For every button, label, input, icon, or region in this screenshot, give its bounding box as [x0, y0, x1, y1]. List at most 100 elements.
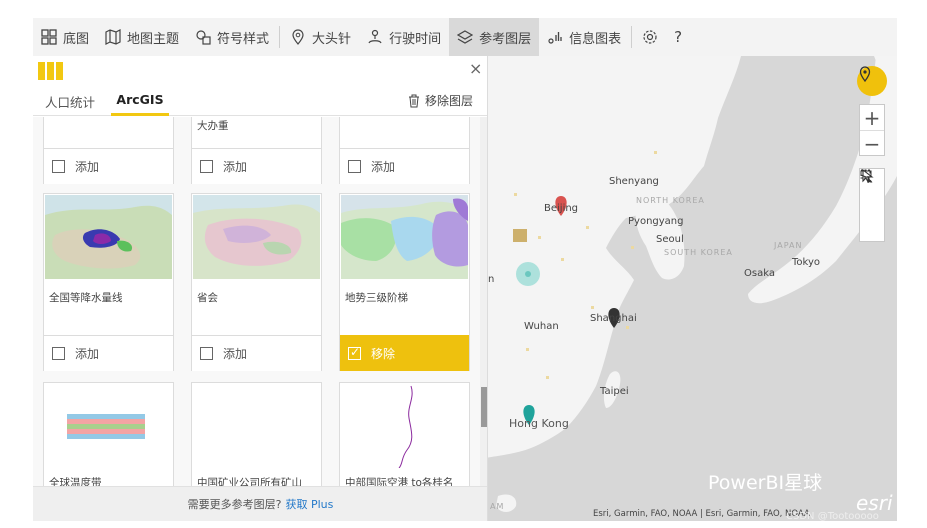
layer-title: 大办重 [197, 120, 229, 132]
checkbox[interactable] [200, 347, 213, 360]
layer-title: 中部国际空港 to各桂名 [345, 477, 454, 486]
drive-time-icon [368, 29, 382, 44]
label-beijing: Beijing [544, 203, 579, 214]
checkbox[interactable] [52, 160, 65, 173]
remove-label: 移除 [371, 347, 396, 361]
add-layer-button[interactable]: 添加 [192, 335, 321, 371]
layer-card: 地势三级阶梯 移除 [339, 193, 470, 371]
layer-title: 中国矿业公司所有矿山 [197, 477, 302, 486]
lasso-select-button[interactable] [860, 170, 884, 241]
tab-census[interactable]: 人口统计 [45, 92, 95, 111]
add-layer-button[interactable]: 添加 [340, 148, 469, 184]
map-view[interactable]: Shenyang Beijing NORTH KOREA Pyongyang S… [486, 56, 897, 521]
infographic-button[interactable]: 信息图表 [539, 18, 629, 56]
panel-tabs: 人口统计 ArcGIS 移除图层 [33, 86, 487, 116]
panel-footer: 需要更多参考图层? 获取 Plus [33, 486, 487, 521]
airport-route-thumbnail [341, 384, 468, 468]
help-button[interactable]: ? [666, 18, 690, 56]
data-point [513, 229, 527, 242]
layer-card: 大办重 添加 [191, 117, 322, 184]
add-layer-button[interactable]: 添加 [192, 148, 321, 184]
layer-card: 全国等降水量线 添加 [43, 193, 174, 371]
reference-layer-icon [457, 30, 474, 44]
label-japan: JAPAN [774, 241, 803, 250]
help-label: ? [674, 28, 683, 46]
layer-title: 全国等降水量线 [49, 292, 123, 304]
data-point [526, 348, 529, 351]
add-label: 添加 [371, 160, 396, 174]
label-edge-am: AM [490, 502, 505, 511]
data-point [514, 193, 517, 196]
scrollbar-thumb[interactable] [481, 387, 487, 427]
locate-button[interactable] [857, 66, 887, 96]
toolbar-divider [279, 26, 281, 48]
zoom-out-button[interactable]: − [860, 131, 884, 157]
trash-icon [409, 94, 419, 107]
rectangle-select-button[interactable] [860, 169, 884, 217]
label-south-korea: SOUTH KOREA [664, 248, 733, 257]
data-point [591, 306, 594, 309]
watermark-brand: PowerBI星球 [708, 472, 823, 494]
basemap-button[interactable]: 底图 [33, 18, 97, 56]
layer-title: 地势三级阶梯 [345, 292, 408, 304]
provincial-capital-thumbnail [193, 195, 320, 279]
zoom-in-button[interactable]: + [860, 105, 884, 131]
layer-card: 全球温度带 [43, 382, 174, 486]
label-seoul: Seoul [656, 234, 684, 245]
gallery-scrollbar[interactable] [480, 117, 487, 486]
drive-time-label: 行驶时间 [389, 31, 442, 47]
data-point [626, 326, 629, 329]
checkbox[interactable] [52, 347, 65, 360]
add-label: 添加 [223, 347, 248, 361]
checkbox[interactable] [200, 160, 213, 173]
zoom-controls: + − [859, 104, 885, 156]
drive-time-button[interactable]: 行驶时间 [359, 18, 449, 56]
map-attribution: Esri, Garmin, FAO, NOAA | Esri, Garmin, … [593, 509, 810, 519]
layer-gallery: 添加 大办重 添加 添加 全国等降水量线 添加 省会 添加 地势三级阶梯 ✓ 移… [33, 117, 487, 486]
add-layer-button[interactable]: 添加 [44, 335, 173, 371]
label-north-korea: NORTH KOREA [636, 196, 705, 205]
checkbox[interactable] [348, 160, 361, 173]
label-pyongyang: Pyongyang [628, 216, 684, 227]
close-button[interactable]: × [469, 59, 482, 78]
symbol-style-label: 符号样式 [217, 31, 270, 47]
checkbox-checked[interactable] [348, 345, 361, 360]
layer-card: 中国矿业公司所有矿山 [191, 382, 322, 486]
label-wuhan: Wuhan [524, 321, 559, 332]
tab-arcgis[interactable]: ArcGIS [111, 92, 169, 116]
reference-layer-button[interactable]: 参考图层 [449, 18, 540, 56]
data-point [546, 376, 549, 379]
add-label: 添加 [223, 160, 248, 174]
basemap-grid-icon [41, 29, 57, 45]
layer-title: 省会 [197, 292, 218, 304]
reference-layer-panel: × 人口统计 ArcGIS 移除图层 添加 大办重 添加 添加 全国等降水量线 … [33, 56, 488, 521]
label-hong-kong: Hong Kong [509, 417, 569, 430]
data-point [525, 271, 531, 277]
label-shenyang: Shenyang [609, 176, 659, 187]
infographic-label: 信息图表 [569, 31, 622, 47]
pin-label: 大头针 [312, 31, 352, 47]
data-point [654, 151, 657, 154]
data-point [538, 236, 541, 239]
label-edge-n: n [488, 274, 495, 285]
symbol-style-button[interactable]: 符号样式 [187, 18, 277, 56]
powerbi-logo-icon [38, 62, 63, 80]
label-shanghai: Shanghai [590, 313, 637, 324]
settings-button[interactable] [634, 18, 666, 56]
remove-card-layer-button[interactable]: 移除 [340, 335, 469, 371]
remove-layer-button[interactable]: 移除图层 [408, 92, 473, 109]
data-point [586, 226, 589, 229]
map-theme-button[interactable]: 地图主题 [97, 18, 187, 56]
label-taipei: Taipei [600, 386, 629, 397]
data-point [561, 258, 564, 261]
label-tokyo: Tokyo [792, 257, 820, 268]
selection-tools [859, 168, 885, 242]
data-point [631, 246, 634, 249]
map-theme-icon [105, 29, 121, 45]
add-layer-button[interactable]: 添加 [44, 148, 173, 184]
lasso-select-icon [860, 170, 872, 183]
pin-button[interactable]: 大头针 [282, 18, 359, 56]
pin-icon [292, 29, 304, 45]
symbol-style-icon [196, 30, 211, 45]
get-plus-link[interactable]: 获取 Plus [285, 496, 333, 512]
